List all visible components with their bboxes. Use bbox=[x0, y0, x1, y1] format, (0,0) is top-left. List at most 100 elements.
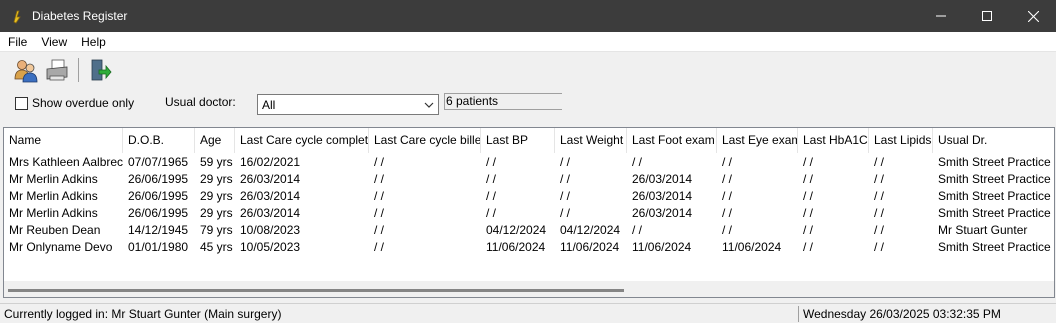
chevron-down-icon bbox=[424, 102, 434, 108]
cell-age: 45 yrs bbox=[200, 240, 233, 254]
cell-name: Mr Onlyname Devo bbox=[9, 240, 113, 254]
cell-name: Mrs Kathleen Aalbrecht bbox=[9, 155, 123, 169]
maximize-button[interactable] bbox=[964, 0, 1010, 32]
cell-lipids: / / bbox=[874, 189, 885, 203]
print-button[interactable] bbox=[43, 56, 71, 84]
usual-doctor-select[interactable]: All bbox=[257, 94, 439, 115]
horizontal-scrollbar[interactable] bbox=[4, 281, 1054, 297]
cell-care-complete: 10/05/2023 bbox=[240, 240, 301, 254]
cell-dob: 14/12/1945 bbox=[128, 223, 189, 237]
cell-hba1c: / / bbox=[803, 240, 814, 254]
col-header-foot-exam[interactable]: Last Foot exam bbox=[627, 128, 717, 153]
cell-lipids: / / bbox=[874, 206, 885, 220]
patients-button[interactable] bbox=[12, 56, 40, 84]
col-header-usual-dr[interactable]: Usual Dr. bbox=[933, 128, 1054, 153]
cell-care-complete: 10/08/2023 bbox=[240, 223, 301, 237]
status-divider bbox=[798, 306, 799, 322]
cell-foot-exam: 26/03/2014 bbox=[632, 189, 693, 203]
cell-care-complete: 26/03/2014 bbox=[240, 172, 301, 186]
cell-care-billed: / / bbox=[374, 189, 385, 203]
scrollbar-thumb[interactable] bbox=[8, 289, 624, 292]
cell-weight: 11/06/2024 bbox=[560, 240, 620, 254]
cell-age: 29 yrs bbox=[200, 206, 233, 220]
cell-name: Mr Merlin Adkins bbox=[9, 206, 98, 220]
table-row[interactable]: Mr Merlin Adkins 26/06/1995 29 yrs 26/03/20… bbox=[4, 205, 1054, 222]
menu-file[interactable]: File bbox=[2, 35, 33, 49]
cell-usual-dr: Mr Stuart Gunter bbox=[938, 223, 1028, 237]
patient-grid: Name D.O.B. Age Last Care cycle complet.… bbox=[3, 127, 1055, 298]
col-header-dob[interactable]: D.O.B. bbox=[123, 128, 195, 153]
usual-doctor-label: Usual doctor: bbox=[165, 95, 236, 109]
cell-weight: / / bbox=[560, 155, 571, 169]
exit-button[interactable] bbox=[86, 56, 114, 84]
cell-eye-exam: / / bbox=[722, 223, 733, 237]
col-header-eye-exam[interactable]: Last Eye exam bbox=[717, 128, 798, 153]
exit-icon bbox=[91, 59, 112, 81]
title-bar: Diabetes Register bbox=[0, 0, 1056, 32]
cell-care-billed: / / bbox=[374, 206, 385, 220]
close-button[interactable] bbox=[1010, 0, 1056, 32]
status-bar: Currently logged in: Mr Stuart Gunter (M… bbox=[0, 303, 1056, 323]
usual-doctor-value: All bbox=[262, 97, 276, 112]
cell-care-complete: 16/02/2021 bbox=[240, 155, 301, 169]
cell-name: Mr Merlin Adkins bbox=[9, 172, 98, 186]
checkbox-box[interactable] bbox=[15, 96, 28, 110]
cell-eye-exam: 11/06/2024 bbox=[722, 240, 782, 254]
cell-lipids: / / bbox=[874, 223, 885, 237]
col-header-name[interactable]: Name bbox=[4, 128, 123, 153]
cell-weight: / / bbox=[560, 172, 571, 186]
cell-weight: / / bbox=[560, 189, 571, 203]
menu-view[interactable]: View bbox=[35, 35, 73, 49]
cell-care-complete: 26/03/2014 bbox=[240, 189, 301, 203]
minimize-icon bbox=[936, 15, 946, 17]
cell-eye-exam: / / bbox=[722, 155, 733, 169]
table-row[interactable]: Mrs Kathleen Aalbrecht 07/07/1965 59 yrs 16… bbox=[4, 154, 1054, 171]
table-row[interactable]: Mr Merlin Adkins 26/06/1995 29 yrs 26/03/20… bbox=[4, 171, 1054, 188]
cell-foot-exam: / / bbox=[632, 223, 643, 237]
datetime-status: Wednesday 26/03/2025 03:32:35 PM bbox=[803, 307, 1001, 321]
grid-header: Name D.O.B. Age Last Care cycle complet.… bbox=[4, 128, 1054, 153]
logged-in-status: Currently logged in: Mr Stuart Gunter (M… bbox=[4, 307, 282, 321]
cell-bp: 04/12/2024 bbox=[486, 223, 547, 237]
grid-body: Mrs Kathleen Aalbrecht 07/07/1965 59 yrs 16… bbox=[4, 154, 1054, 256]
close-icon bbox=[1027, 10, 1039, 22]
cell-weight: 04/12/2024 bbox=[560, 223, 621, 237]
col-header-lipids[interactable]: Last Lipids bbox=[869, 128, 933, 153]
cell-dob: 26/06/1995 bbox=[128, 189, 189, 203]
cell-name: Mr Merlin Adkins bbox=[9, 189, 98, 203]
cell-usual-dr: Smith Street Practice bbox=[938, 172, 1051, 186]
col-header-age[interactable]: Age bbox=[195, 128, 235, 153]
col-header-care-billed[interactable]: Last Care cycle billed bbox=[369, 128, 481, 153]
cell-foot-exam: / / bbox=[632, 155, 643, 169]
cell-care-billed: / / bbox=[374, 155, 385, 169]
maximize-icon bbox=[982, 11, 992, 21]
col-header-bp[interactable]: Last BP bbox=[481, 128, 555, 153]
col-header-care-complete[interactable]: Last Care cycle complet... bbox=[235, 128, 369, 153]
menu-help[interactable]: Help bbox=[75, 35, 112, 49]
cell-foot-exam: 26/03/2014 bbox=[632, 172, 693, 186]
cell-bp: / / bbox=[486, 206, 497, 220]
minimize-button[interactable] bbox=[918, 0, 964, 32]
cell-hba1c: / / bbox=[803, 206, 814, 220]
table-row[interactable]: Mr Merlin Adkins 26/06/1995 29 yrs 26/03/20… bbox=[4, 188, 1054, 205]
cell-age: 29 yrs bbox=[200, 172, 233, 186]
patients-icon bbox=[14, 60, 38, 83]
cell-bp: / / bbox=[486, 172, 497, 186]
app-icon bbox=[13, 10, 21, 24]
cell-age: 29 yrs bbox=[200, 189, 233, 203]
cell-dob: 01/01/1980 bbox=[128, 240, 189, 254]
cell-hba1c: / / bbox=[803, 189, 814, 203]
cell-eye-exam: / / bbox=[722, 172, 733, 186]
table-row[interactable]: Mr Reuben Dean 14/12/1945 79 yrs 10/08/2023… bbox=[4, 222, 1054, 239]
cell-lipids: / / bbox=[874, 155, 885, 169]
toolbar bbox=[0, 52, 1056, 88]
cell-usual-dr: Smith Street Practice bbox=[938, 240, 1051, 254]
col-header-hba1c[interactable]: Last HbA1C bbox=[798, 128, 869, 153]
cell-care-complete: 26/03/2014 bbox=[240, 206, 301, 220]
patient-count: 6 patients bbox=[444, 93, 562, 110]
menu-bar: File View Help bbox=[0, 32, 1056, 52]
overdue-checkbox[interactable]: Show overdue only bbox=[15, 96, 134, 110]
col-header-weight[interactable]: Last Weight bbox=[555, 128, 627, 153]
table-row[interactable]: Mr Onlyname Devo 01/01/1980 45 yrs 10/05/20… bbox=[4, 239, 1054, 256]
cell-name: Mr Reuben Dean bbox=[9, 223, 101, 237]
